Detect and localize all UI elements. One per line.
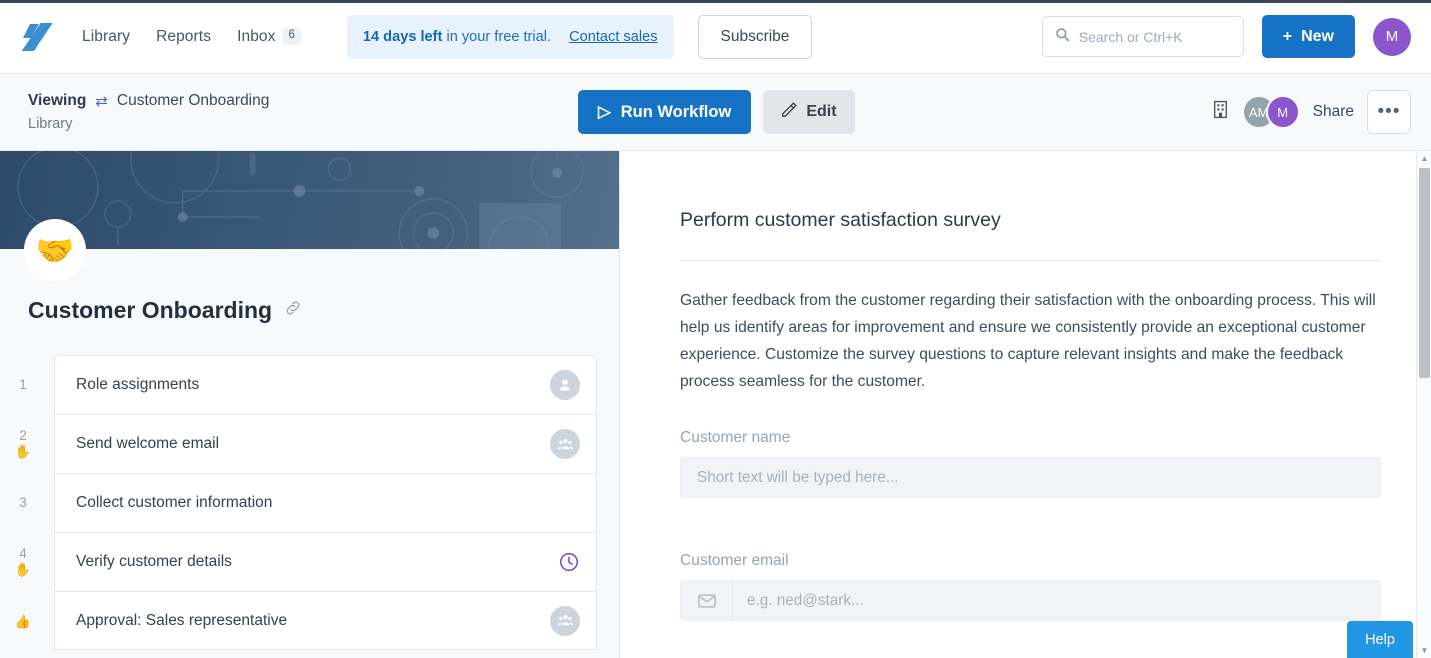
run-workflow-label: Run Workflow [620,102,732,121]
subscribe-button[interactable]: Subscribe [697,14,813,59]
edit-button-label: Edit [806,103,837,120]
step-row[interactable]: 3 Collect customer information [19,473,597,532]
toolbar-right-actions: AM M Share ••• [1212,90,1411,134]
workflow-emoji-avatar: 🤝 [24,219,86,281]
process-street-logo[interactable] [21,20,56,54]
avatar-m[interactable]: M [1265,95,1300,129]
window-top-strip [0,0,1431,3]
workflow-actions: ▷ Run Workflow Edit [578,90,855,134]
app-root: Library Reports Inbox 6 14 days left in … [0,0,1431,658]
primary-nav-links: Library Reports Inbox 6 [82,28,301,46]
scroll-up-arrow[interactable]: ▲ [1417,151,1431,166]
approval-thumbs-up-icon: 👍 [14,613,32,629]
building-icon[interactable] [1212,100,1229,124]
collaborator-avatars: AM M [1241,95,1300,129]
field-label: Customer email [680,552,789,569]
step-name: Approval: Sales representative [76,611,288,629]
step-name: Send welcome email [76,435,220,452]
field-placeholder: Short text will be typed here... [697,468,899,486]
inbox-label: Inbox [237,27,276,45]
group-icon [550,605,580,636]
main-content: 🤝 Customer Onboarding 1 Role assignments… [0,151,1431,658]
step-row[interactable]: 2 ✋ Send welcome email [15,414,597,473]
new-button-label: New [1301,27,1334,45]
workflow-swap-icon: ⇄ [95,92,108,110]
step-number: 3 [19,494,27,510]
step-number: 1 [19,376,27,392]
step-name: Collect customer information [76,494,273,511]
customer-name-input[interactable]: Short text will be typed here... [680,457,1381,498]
field-customer-email: Customer email e.g. ned@stark... [680,552,1381,621]
step-stop-icon: ✋ [14,444,32,460]
trial-days-left: 14 days left [362,28,443,45]
trial-message: 14 days left in your free trial. [363,29,551,45]
workflow-toolbar: Viewing ⇄ Customer Onboarding Library ▷ … [0,74,1431,151]
step-row[interactable]: 1 Role assignments [19,355,597,414]
step-row[interactable]: 4 ✋ Verify customer details [15,532,597,591]
user-avatar[interactable]: M [1373,17,1411,56]
step-number: 2 [19,428,27,444]
breadcrumb: Viewing ⇄ Customer Onboarding Library [28,92,269,132]
task-title: Perform customer satisfaction survey [680,209,1001,231]
step-name: Role assignments [76,376,200,393]
workflow-banner-image [0,151,619,249]
nav-link-library[interactable]: Library [82,28,130,46]
breadcrumb-row: Viewing ⇄ Customer Onboarding [28,92,269,110]
step-marker: 1 [1,356,45,415]
step-marker: 2 ✋ [1,415,45,474]
workflow-title-row: Customer Onboarding [0,249,619,324]
contact-sales-link[interactable]: Contact sales [569,29,657,45]
top-navigation-bar: Library Reports Inbox 6 14 days left in … [0,0,1431,74]
customer-email-input[interactable]: e.g. ned@stark... [680,580,1381,621]
step-name: Verify customer details [76,553,232,570]
viewing-label: Viewing [28,92,87,109]
field-placeholder: e.g. ned@stark... [747,591,864,609]
step-marker: 3 [1,474,45,533]
breadcrumb-location[interactable]: Library [28,116,269,132]
workflow-title: Customer Onboarding [28,297,273,323]
nav-link-reports[interactable]: Reports [156,28,211,46]
workflow-steps-list: 1 Role assignments 2 ✋ Send welcome emai… [15,355,597,650]
workflow-name-breadcrumb[interactable]: Customer Onboarding [117,92,270,110]
step-stop-icon: ✋ [14,562,32,578]
search-input[interactable]: Search or Ctrl+K [1041,16,1244,57]
play-icon: ▷ [598,103,611,121]
help-button[interactable]: Help [1347,621,1413,658]
task-detail-panel: Perform customer satisfaction survey Gat… [620,151,1431,658]
inbox-count-badge: 6 [282,28,301,45]
task-description: Gather feedback from the customer regard… [680,292,1376,390]
scrollbar-thumb[interactable] [1419,168,1430,378]
divider [680,260,1381,261]
field-label: Customer name [680,429,791,446]
search-placeholder: Search or Ctrl+K [1078,28,1183,45]
step-number: 4 [19,546,27,562]
group-icon [550,429,580,459]
trial-message-rest: in your free trial. [442,28,552,45]
workflow-sidebar: 🤝 Customer Onboarding 1 Role assignments… [0,151,620,658]
step-marker: 4 ✋ [1,533,45,592]
trial-banner: 14 days left in your free trial. Contact… [346,14,674,59]
step-row[interactable]: 👍 Approval: Sales representative [15,591,597,650]
clock-icon [558,551,580,573]
more-options-button[interactable]: ••• [1367,90,1411,134]
run-workflow-button[interactable]: ▷ Run Workflow [578,90,752,134]
person-icon [550,370,580,400]
link-icon[interactable] [284,299,302,322]
plus-icon: + [1282,27,1293,45]
pencil-icon [781,101,797,123]
nav-link-inbox[interactable]: Inbox 6 [237,28,301,46]
edit-button[interactable]: Edit [763,90,855,134]
field-customer-name: Customer name Short text will be typed h… [680,429,1381,498]
search-icon [1055,27,1070,47]
share-button[interactable]: Share [1313,103,1354,121]
new-button[interactable]: + New [1261,15,1355,58]
vertical-scrollbar[interactable]: ▲ ▼ [1416,151,1431,658]
step-marker: 👍 [1,592,45,651]
scroll-down-arrow[interactable]: ▼ [1417,643,1431,658]
envelope-icon [681,581,733,620]
